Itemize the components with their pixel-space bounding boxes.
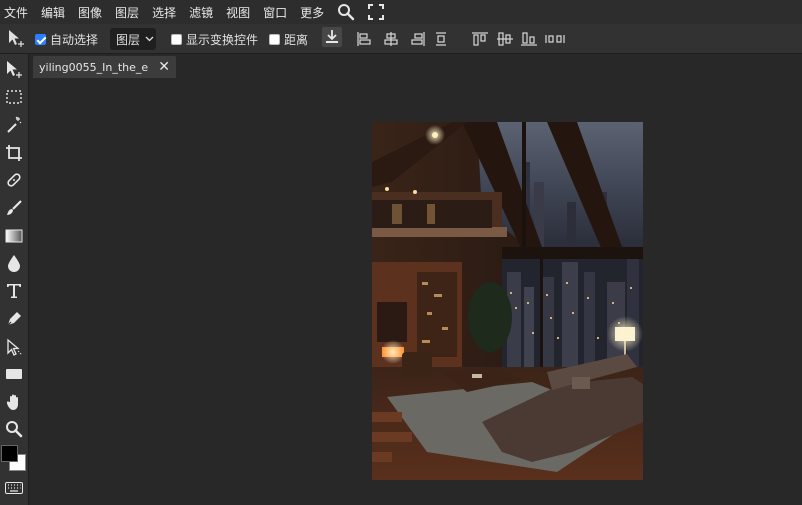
align-right-edges-icon[interactable] — [410, 30, 426, 48]
document-tab[interactable]: yiling0055_In_the_e ✕ — [33, 56, 176, 78]
auto-select-option[interactable]: 自动选择 — [35, 30, 98, 48]
menu-layer[interactable]: 图层 — [115, 4, 139, 21]
chevron-down-icon — [145, 36, 154, 42]
move-tool-preset-icon[interactable] — [6, 29, 26, 47]
show-transform-label: 显示变换控件 — [186, 32, 259, 47]
menu-file[interactable]: 文件 — [4, 4, 28, 21]
menu-select[interactable]: 选择 — [152, 4, 176, 21]
distance-label: 距离 — [284, 32, 309, 47]
layer-select-dropdown[interactable]: 图层 — [110, 28, 156, 50]
show-transform-option[interactable]: 显示变换控件 — [171, 30, 258, 48]
foreground-color-swatch[interactable] — [1, 445, 18, 462]
pen-tool-icon[interactable] — [2, 307, 26, 331]
move-tool-icon[interactable] — [2, 57, 26, 81]
layer-select-value: 图层 — [116, 32, 141, 47]
gradient-tool-icon[interactable] — [2, 224, 26, 248]
blur-tool-icon[interactable] — [2, 251, 26, 275]
path-selection-tool-icon[interactable] — [2, 335, 26, 359]
crop-tool-icon[interactable] — [2, 141, 26, 165]
align-horizontal-centers-icon[interactable] — [383, 30, 399, 48]
auto-select-label: 自动选择 — [50, 32, 99, 47]
marquee-tool-icon[interactable] — [2, 85, 26, 109]
document-tab-title: yiling0055_In_the_e — [39, 60, 149, 74]
distance-option[interactable]: 距离 — [269, 30, 308, 48]
close-icon[interactable]: ✕ — [158, 59, 170, 75]
menu-bar: 文件 编辑 图像 图层 选择 滤镜 视图 窗口 更多 — [0, 0, 802, 24]
download-align-icon[interactable] — [322, 27, 342, 47]
menu-view[interactable]: 视图 — [226, 4, 250, 21]
menu-filter[interactable]: 滤镜 — [189, 4, 213, 21]
align-bottom-edges-icon[interactable] — [520, 30, 538, 48]
type-tool-icon[interactable] — [2, 279, 26, 303]
menu-more[interactable]: 更多 — [300, 4, 324, 21]
align-top-edges-icon[interactable] — [471, 30, 489, 48]
rectangle-tool-icon[interactable] — [2, 362, 26, 386]
menu-image[interactable]: 图像 — [78, 4, 102, 21]
search-icon[interactable] — [337, 3, 355, 21]
tools-panel — [0, 54, 29, 505]
fullscreen-icon[interactable] — [367, 3, 385, 21]
menu-edit[interactable]: 编辑 — [41, 4, 65, 21]
document-canvas-image[interactable] — [372, 122, 643, 480]
hand-tool-icon[interactable] — [2, 390, 26, 414]
keyboard-icon[interactable] — [2, 478, 26, 498]
distribute-icon[interactable] — [435, 30, 447, 48]
distance-checkbox[interactable] — [269, 33, 280, 45]
brush-tool-icon[interactable] — [2, 196, 26, 220]
zoom-tool-icon[interactable] — [2, 417, 26, 441]
distribute-horizontal-icon[interactable] — [545, 30, 565, 48]
align-vertical-centers-icon[interactable] — [496, 30, 514, 48]
align-left-edges-icon[interactable] — [356, 30, 372, 48]
options-bar: 自动选择 图层 显示变换控件 距离 — [0, 24, 802, 54]
healing-brush-tool-icon[interactable] — [2, 168, 26, 192]
magic-wand-tool-icon[interactable] — [2, 113, 26, 137]
show-transform-checkbox[interactable] — [171, 33, 182, 45]
auto-select-checkbox[interactable] — [35, 33, 46, 45]
menu-window[interactable]: 窗口 — [263, 4, 287, 21]
